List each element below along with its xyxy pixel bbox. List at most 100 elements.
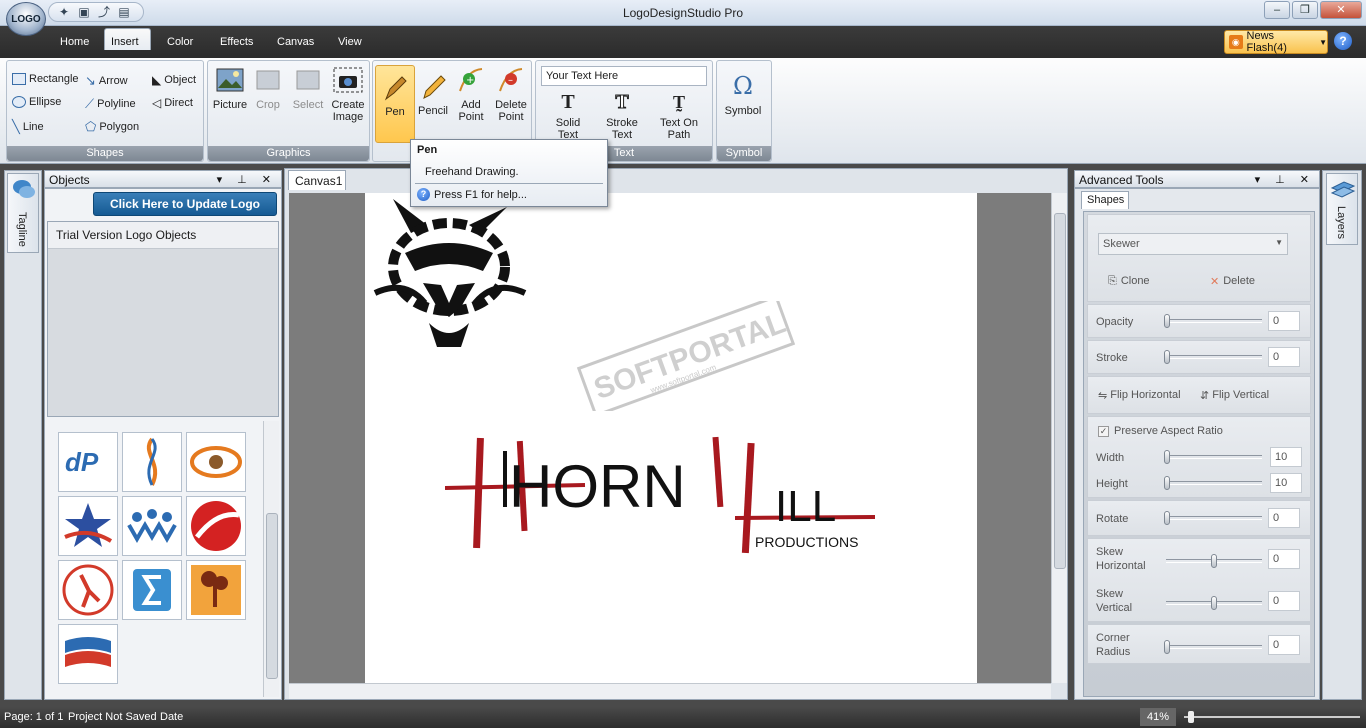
opacity-row: Opacity 0 [1087,304,1311,338]
arrow-tool[interactable]: ↘ Arrow [85,73,128,89]
tab-home[interactable]: Home [54,34,95,56]
logo-thumbnail-4[interactable] [58,496,118,556]
shapes-tab[interactable]: Shapes [1081,191,1129,209]
skew-vertical-slider[interactable] [1166,596,1262,610]
polyline-tool[interactable]: ⟋ Polyline [85,96,136,112]
tab-effects[interactable]: Effects [214,34,259,56]
flip-horizontal-button[interactable]: ⇋ Flip Horizontal [1098,389,1181,402]
ellipse-tool[interactable]: Ellipse [12,96,61,108]
logo-thumbnail-7[interactable] [58,560,118,620]
height-input[interactable]: 10 [1270,473,1302,493]
layers-label: Layers [1335,206,1347,240]
tab-color[interactable]: Color [161,34,199,56]
delete-button[interactable]: ✕ Delete [1210,275,1255,288]
width-slider[interactable] [1164,450,1262,464]
objects-scroll-thumb[interactable] [266,513,278,679]
width-slider-knob[interactable] [1164,450,1170,464]
crop-icon [253,65,283,95]
logo-thumbnail-1[interactable]: dP [58,432,118,492]
rectangle-tool[interactable]: Rectangle [12,73,79,85]
logo-thumbnail-5[interactable] [122,496,182,556]
stroke-slider-knob[interactable] [1164,350,1170,364]
lynx-head-graphic[interactable] [365,193,541,353]
clone-button[interactable]: ⎘ Clone [1108,275,1150,288]
opacity-slider[interactable] [1164,314,1262,328]
news-flash-button[interactable]: ◉ News Flash(4) ▼ [1224,30,1328,54]
crop-button[interactable]: Crop [248,65,288,111]
layers-tab[interactable]: Layers [1326,173,1358,245]
logo-thumbnail-10[interactable] [58,624,118,684]
logo-thumbnail-6[interactable] [186,496,246,556]
create-image-button[interactable]: Create Image [328,65,368,123]
logo-thumbnail-2[interactable] [122,432,182,492]
object-select-tool[interactable]: ◣ Object [152,73,196,87]
select-button[interactable]: Select [288,65,328,111]
symbol-button[interactable]: Ω Symbol [723,71,763,117]
shape-dropdown[interactable]: Skewer ▼ [1098,233,1288,255]
stroke-input[interactable]: 0 [1268,347,1300,367]
rotate-slider[interactable] [1164,511,1262,525]
opacity-slider-knob[interactable] [1164,314,1170,328]
text-on-path-button[interactable]: T̰ Text On Path [656,91,702,141]
skew-vertical-input[interactable]: 0 [1268,591,1300,611]
minimize-button[interactable]: – [1264,1,1290,19]
design-canvas[interactable]: SOFTPORTAL www.softportal.com HORN ILL P… [365,193,977,683]
title-bar: ✦ ▣ ⤴ ▤ LogoDesignStudio Pro – ❐ ✕ [0,0,1366,26]
swoosh-logo-icon [191,501,241,551]
preserve-aspect-checkbox[interactable]: ✓ Preserve Aspect Ratio [1098,425,1223,437]
canvas-horizontal-scrollbar[interactable] [289,683,1051,699]
panel-controls-icon[interactable]: ▾ ⊥ ✕ [217,173,277,186]
canvas-vertical-scrollbar[interactable] [1051,193,1067,683]
skew-vertical-knob[interactable] [1211,596,1217,610]
maximize-button[interactable]: ❐ [1292,1,1318,19]
tooltip-title: Pen [417,144,438,156]
tab-canvas[interactable]: Canvas [271,34,320,56]
picture-button[interactable]: Picture [210,65,250,111]
text-input[interactable]: Your Text Here [541,66,707,86]
advanced-tools-header: Advanced Tools ▾ ⊥ ✕ [1074,170,1320,188]
rotate-input[interactable]: 0 [1268,508,1300,528]
opacity-input[interactable]: 0 [1268,311,1300,331]
logo-thumbnail-8[interactable] [122,560,182,620]
objects-scrollbar[interactable] [263,421,279,697]
direct-select-tool[interactable]: ◁ Direct [152,96,193,110]
tagline-tab[interactable]: Tagline [7,173,39,253]
zoom-slider[interactable] [1184,711,1360,723]
logo-thumbnail-9[interactable] [186,560,246,620]
height-slider-knob[interactable] [1164,476,1170,490]
flip-horizontal-label: Flip Horizontal [1110,389,1181,401]
solid-text-button[interactable]: T Solid Text [548,91,588,141]
corner-radius-input[interactable]: 0 [1268,635,1300,655]
horn-hill-logo[interactable]: HORN ILL PRODUCTIONS [445,433,885,563]
app-menu-orb[interactable]: LOGO [6,2,46,36]
panel-controls-icon[interactable]: ▾ ⊥ ✕ [1255,173,1315,186]
tab-view[interactable]: View [332,34,368,56]
polygon-tool[interactable]: ⬠ Polygon [85,119,139,135]
tab-insert[interactable]: Insert [104,28,151,50]
corner-radius-knob[interactable] [1164,640,1170,654]
stroke-text-button[interactable]: T Stroke Text [602,91,642,142]
help-icon[interactable]: ? [1334,32,1352,50]
zoom-slider-knob[interactable] [1188,711,1194,723]
pen-button[interactable]: Pen [375,65,415,143]
stroke-slider[interactable] [1164,350,1262,364]
canvas-vscroll-thumb[interactable] [1054,213,1066,569]
add-point-button[interactable]: + Add Point [451,65,491,123]
flip-vertical-button[interactable]: ⇵ Flip Vertical [1200,389,1269,402]
skew-horizontal-slider[interactable] [1166,554,1262,568]
delete-point-button[interactable]: – Delete Point [491,65,531,123]
canvas-tab[interactable]: Canvas1 [288,170,346,190]
line-tool[interactable]: ╲ Line [12,119,44,135]
skew-horizontal-input[interactable]: 0 [1268,549,1300,569]
text-on-path-label-2: Path [667,129,691,141]
width-input[interactable]: 10 [1270,447,1302,467]
close-button[interactable]: ✕ [1320,1,1362,19]
height-slider[interactable] [1164,476,1262,490]
select-icon [293,65,323,95]
skew-horizontal-knob[interactable] [1211,554,1217,568]
update-logo-content-button[interactable]: Click Here to Update Logo Content [93,192,277,233]
corner-radius-slider[interactable] [1164,640,1262,654]
pencil-button[interactable]: Pencil [413,65,453,117]
rotate-slider-knob[interactable] [1164,511,1170,525]
logo-thumbnail-3[interactable] [186,432,246,492]
